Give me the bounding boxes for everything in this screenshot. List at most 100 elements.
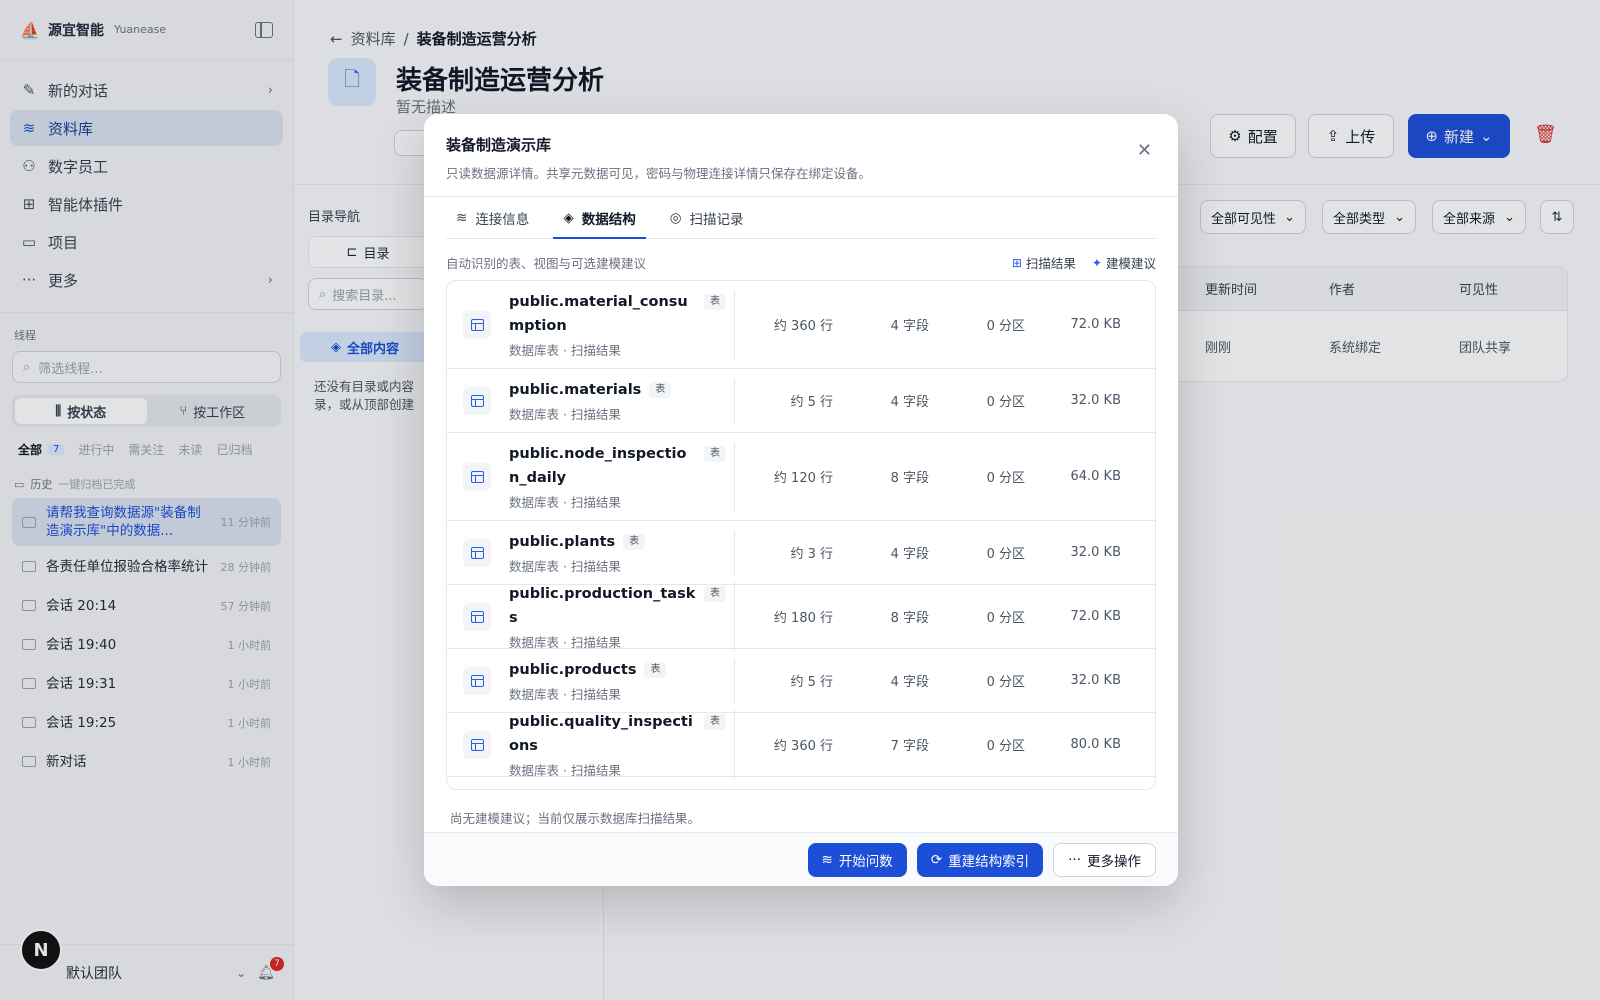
table-name-line: public.production_tasks 表 <box>509 582 726 630</box>
table-icon <box>463 386 491 415</box>
partition-count: 0 分区 <box>986 547 1025 562</box>
table-name-line: public.quality_inspections 表 <box>509 710 726 758</box>
table-name-line: public.products 表 <box>509 658 726 682</box>
modal-tabs: ≋ 连接信息 ◈ 数据结构 ◎ 扫描记录 <box>446 197 1156 239</box>
button-label: 开始问数 <box>838 853 893 870</box>
row-count: 约 180 行 <box>773 611 833 626</box>
table-size: 72.0 KB <box>1070 317 1121 332</box>
table-meta: 数据库表 · 扫描结果 <box>509 763 621 778</box>
row-count: 约 120 行 <box>773 471 833 486</box>
table-size: 32.0 KB <box>1070 545 1121 560</box>
table-type-badge: 表 <box>704 446 726 462</box>
rebuild-index-button[interactable]: ⟳ 重建结构索引 <box>916 842 1044 877</box>
row-count: 约 5 行 <box>790 675 833 690</box>
field-count: 4 字段 <box>890 675 929 690</box>
partition-count: 0 分区 <box>986 471 1025 486</box>
table-type-badge: 表 <box>644 662 667 678</box>
table-row[interactable]: public.materials 表 数据库表 · 扫描结果 约 5 行 4 字段… <box>447 369 1155 433</box>
model-suggestions-link[interactable]: ✦ 建模建议 <box>1092 253 1156 272</box>
table-info: public.production_tasks 表 数据库表 · 扫描结果 <box>509 582 735 651</box>
table-info: public.material_consumption 表 数据库表 · 扫描结果 <box>509 290 735 359</box>
table-type-badge: 表 <box>704 294 726 310</box>
table-name: public.materials <box>509 382 642 398</box>
tab-schema[interactable]: ◈ 数据结构 <box>553 197 647 239</box>
table-row[interactable]: public.node_inspection_daily 表 数据库表 · 扫描结… <box>447 433 1155 521</box>
table-row[interactable]: public.production_tasks 表 数据库表 · 扫描结果 约 1… <box>447 582 1155 651</box>
database-icon: ≋ <box>821 851 833 868</box>
table-info: public.plants 表 数据库表 · 扫描结果 <box>509 530 735 575</box>
field-count: 4 字段 <box>890 319 929 334</box>
modal-subtitle: 只读数据源详情。共享元数据可见，密码与物理连接详情只保存在绑定设备。 <box>446 166 872 181</box>
datasource-modal: 装备制造演示库 只读数据源详情。共享元数据可见，密码与物理连接详情只保存在绑定设… <box>424 114 1178 886</box>
table-info: public.materials 表 数据库表 · 扫描结果 <box>509 378 735 423</box>
table-size: 32.0 KB <box>1070 673 1121 688</box>
modal-footer: ≋ 开始问数 ⟳ 重建结构索引 ··· 更多操作 <box>424 832 1178 886</box>
layers-icon: ◈ <box>563 209 574 226</box>
field-count: 4 字段 <box>890 395 929 410</box>
modal-header: 装备制造演示库 只读数据源详情。共享元数据可见，密码与物理连接详情只保存在绑定设… <box>424 114 1178 197</box>
start-query-button[interactable]: ≋ 开始问数 <box>807 842 907 877</box>
field-count: 7 字段 <box>890 739 929 754</box>
table-size: 64.0 KB <box>1070 469 1121 484</box>
table-size: 32.0 KB <box>1070 393 1121 408</box>
modeling-note: 尚无建模建议；当前仅展示数据库扫描结果。 <box>450 811 701 826</box>
tab-label: 数据结构 <box>581 211 636 228</box>
database-icon: ≋ <box>456 209 468 226</box>
close-icon[interactable]: ✕ <box>1137 140 1152 161</box>
field-count: 8 字段 <box>890 611 929 626</box>
table-row[interactable]: public.products 表 数据库表 · 扫描结果 约 5 行 4 字段 … <box>447 649 1155 713</box>
table-icon <box>463 730 491 759</box>
partition-count: 0 分区 <box>986 675 1025 690</box>
table-row[interactable]: public.quality_inspections 表 数据库表 · 扫描结果 … <box>447 710 1155 779</box>
table-type-badge: 表 <box>704 714 726 730</box>
table-size: 72.0 KB <box>1070 609 1121 624</box>
table-meta: 数据库表 · 扫描结果 <box>509 635 621 650</box>
sparkle-icon: ✦ <box>1091 255 1102 270</box>
partition-count: 0 分区 <box>986 611 1025 626</box>
row-count: 约 3 行 <box>790 547 833 562</box>
button-label: 更多操作 <box>1087 853 1141 870</box>
more-actions-button[interactable]: ··· 更多操作 <box>1053 842 1156 877</box>
table-info: public.quality_inspections 表 数据库表 · 扫描结果 <box>509 710 735 779</box>
table-name-line: public.node_inspection_daily 表 <box>509 442 726 490</box>
table-info: public.products 表 数据库表 · 扫描结果 <box>509 658 735 703</box>
link-label: 建模建议 <box>1105 256 1156 271</box>
modal-title: 装备制造演示库 <box>446 136 552 154</box>
table-row[interactable]: public.material_consumption 表 数据库表 · 扫描结果… <box>447 281 1155 369</box>
table-type-badge: 表 <box>704 586 726 602</box>
table-name-line: public.materials 表 <box>509 378 726 402</box>
table-list: public.material_consumption 表 数据库表 · 扫描结果… <box>446 280 1156 790</box>
table-type-badge: 表 <box>649 382 672 398</box>
link-label: 扫描结果 <box>1025 256 1076 271</box>
table-name: public.plants <box>509 534 616 550</box>
tab-label: 扫描记录 <box>689 211 744 228</box>
partition-count: 0 分区 <box>986 395 1025 410</box>
schema-links: ⊞ 扫描结果 ✦ 建模建议 <box>1012 253 1156 272</box>
table-icon: ⊞ <box>1011 255 1022 270</box>
table-name: public.node_inspection_daily <box>509 446 687 486</box>
table-name-line: public.material_consumption 表 <box>509 290 726 338</box>
table-meta: 数据库表 · 扫描结果 <box>509 495 621 510</box>
table-icon <box>463 310 491 339</box>
table-row[interactable]: public.plants 表 数据库表 · 扫描结果 约 3 行 4 字段 0 … <box>447 521 1155 585</box>
button-label: 重建结构索引 <box>948 853 1030 870</box>
table-icon <box>463 602 491 631</box>
tab-scan-history[interactable]: ◎ 扫描记录 <box>660 197 754 238</box>
row-count: 约 5 行 <box>790 395 833 410</box>
table-icon <box>463 462 491 491</box>
table-info: public.node_inspection_daily 表 数据库表 · 扫描结… <box>509 442 735 511</box>
table-meta: 数据库表 · 扫描结果 <box>509 687 621 702</box>
scan-results-link[interactable]: ⊞ 扫描结果 <box>1012 253 1076 272</box>
table-size: 80.0 KB <box>1070 737 1121 752</box>
tab-label: 连接信息 <box>475 211 530 228</box>
tab-connection[interactable]: ≋ 连接信息 <box>446 197 539 238</box>
partition-count: 0 分区 <box>986 739 1025 754</box>
table-name-line: public.plants 表 <box>509 530 726 554</box>
partition-count: 0 分区 <box>986 319 1025 334</box>
more-icon: ··· <box>1068 851 1081 868</box>
table-icon <box>463 666 491 695</box>
schema-hint-row: 自动识别的表、视图与可选建模建议 ⊞ 扫描结果 ✦ 建模建议 <box>446 253 1156 272</box>
refresh-icon: ⟳ <box>930 851 943 868</box>
row-count: 约 360 行 <box>773 739 833 754</box>
check-circle-icon: ◎ <box>669 209 682 226</box>
